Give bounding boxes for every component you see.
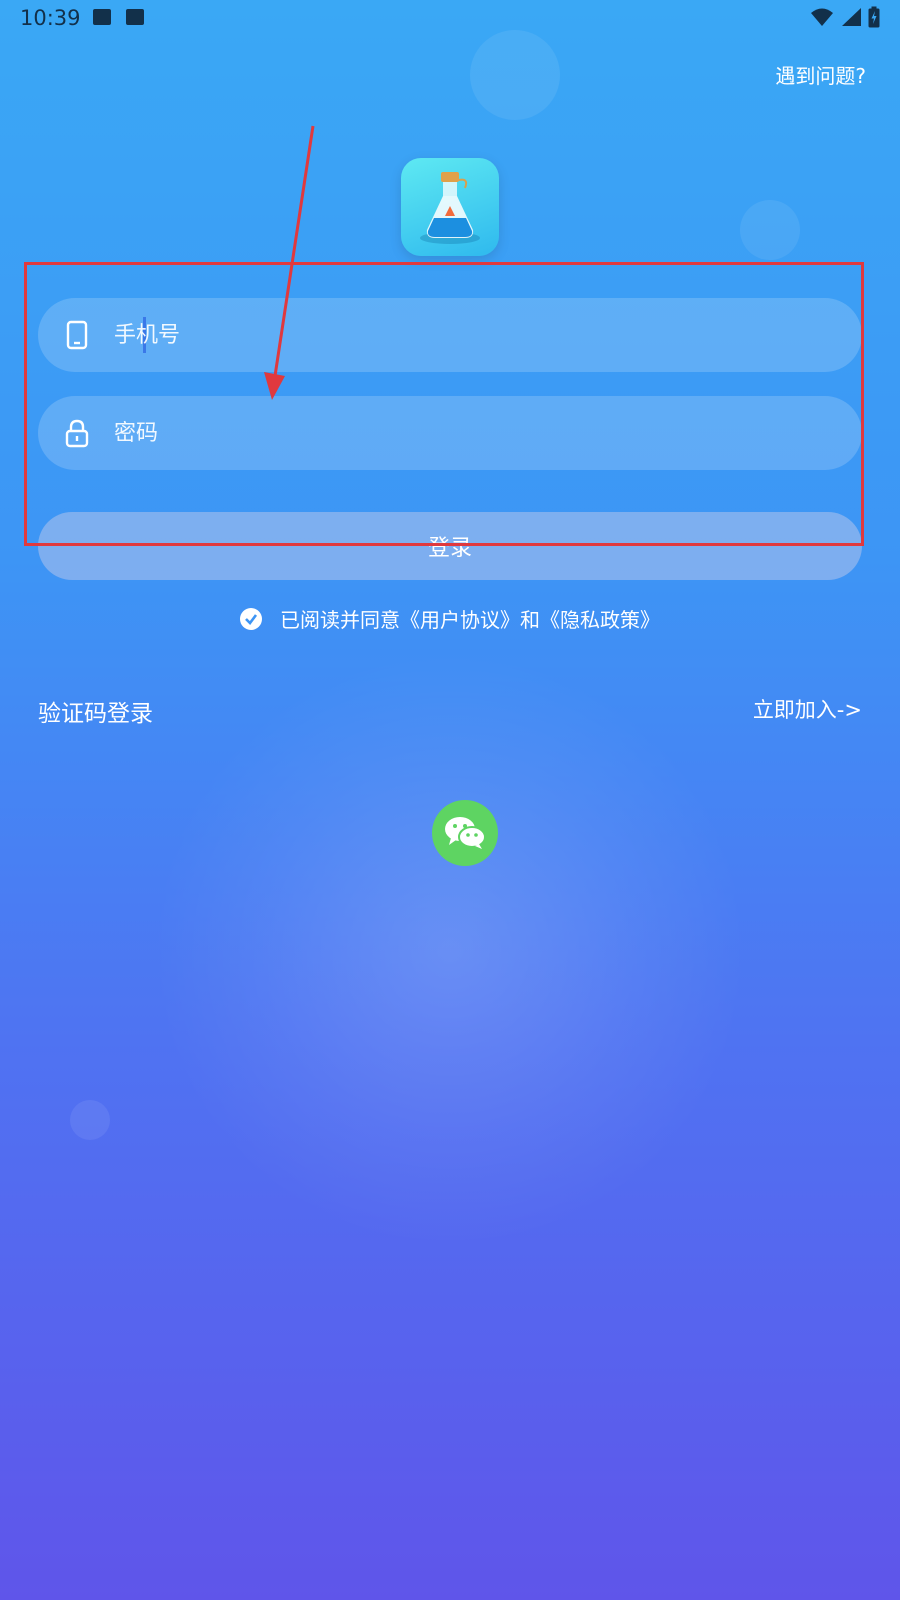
checkbox-checked-icon[interactable]: [240, 607, 262, 630]
agreement-row: 已阅读并同意《用户协议》和《隐私政策》: [0, 604, 900, 633]
sms-login-link[interactable]: 验证码登录: [38, 694, 153, 728]
background-bubble: [70, 1100, 110, 1140]
wechat-login-button[interactable]: [432, 800, 498, 866]
wechat-icon: [445, 817, 486, 849]
background-glow: [150, 650, 750, 1250]
agreement-text[interactable]: 已阅读并同意《用户协议》和《隐私政策》: [280, 604, 660, 633]
annotation-arrow: [264, 125, 315, 400]
join-link[interactable]: 立即加入->: [753, 694, 862, 724]
